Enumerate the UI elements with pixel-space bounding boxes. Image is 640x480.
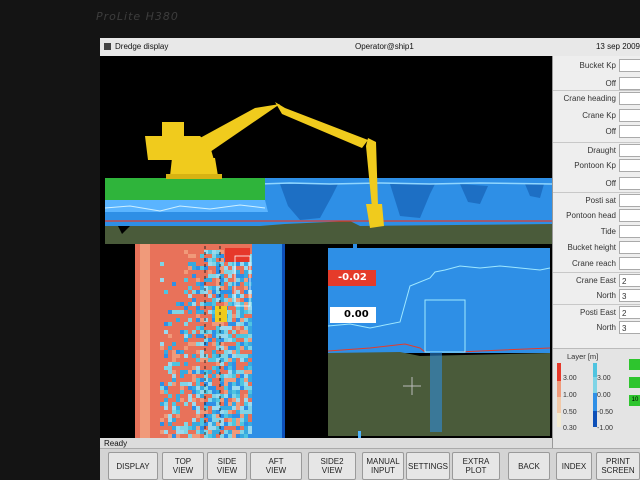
side-panel-row: Pontoon head: [553, 208, 640, 224]
side-panel-value: [619, 92, 640, 105]
side-panel-row: Off: [553, 124, 640, 140]
main-view: -0.02 0.00 Ready: [100, 56, 553, 463]
side-panel-row: Posti East 2: [553, 304, 640, 321]
indicator-2: 10: [629, 395, 640, 406]
legend-title: Layer [m]: [567, 352, 599, 361]
side-panel-label: Tide: [600, 227, 616, 236]
button-aft-view[interactable]: AFT VIEW: [250, 452, 302, 480]
side-panel-label: Posti sat: [585, 196, 616, 205]
indicator-1: [629, 377, 640, 388]
side-panel-value: 2: [619, 306, 640, 319]
water-surface-line: [259, 182, 553, 185]
dredge-position-marker: [215, 306, 227, 322]
side-panel-row: Pontoon Kp: [553, 158, 640, 174]
side-panel-label: Draught: [587, 146, 616, 155]
side-panel-value: [619, 225, 640, 238]
title-bar: Dredge display Operator@ship1 13 sep 200…: [100, 38, 640, 57]
side-panel-value: [619, 77, 640, 90]
legend-left-tick-2: 0.50: [563, 409, 577, 416]
side-view-section: [104, 102, 553, 244]
side-panel-value: 3: [619, 321, 640, 334]
side-panel-row: North 3: [553, 288, 640, 304]
app-title: Dredge display: [104, 42, 168, 51]
legend-left-tick-1: 1.00: [563, 392, 577, 399]
side-panel-label: Crane Kp: [582, 111, 616, 120]
window-title: Dredge display: [115, 42, 169, 51]
side-panel-row: North 3: [553, 320, 640, 336]
side-panel-label: North: [596, 323, 616, 332]
side-panel-value: [619, 194, 640, 207]
side-panel-row: Crane Kp: [553, 108, 640, 124]
bathy-blue-area: [252, 244, 282, 454]
side-panel-label: Crane heading: [563, 94, 616, 103]
legend-right-tick-1: 0.00: [597, 392, 611, 399]
side-panel-label: Off: [605, 127, 616, 136]
legend-right-tick-3: -1.00: [597, 425, 613, 432]
side-panel-label: Crane reach: [571, 259, 616, 268]
side-panel-value: [619, 125, 640, 138]
side-panel-value: [619, 59, 640, 72]
layer-legend: Layer [m] 3.00 1.00 0.50 0.30 3.00 0.00 …: [553, 348, 640, 464]
operator-label: Operator@ship1: [355, 42, 414, 51]
side-panel-value: [619, 241, 640, 254]
button-settings[interactable]: SETTINGS: [406, 452, 450, 480]
side-panel-value: [619, 144, 640, 157]
button-manual-input[interactable]: MANUAL INPUT: [362, 452, 404, 480]
button-index[interactable]: INDEX: [556, 452, 592, 480]
legend-left-tick-0: 3.00: [563, 375, 577, 382]
side-panel-label: Off: [605, 79, 616, 88]
status-text: Ready: [104, 439, 128, 448]
grass-bank: [105, 178, 265, 200]
dredge-visualisation: [104, 102, 553, 459]
side-panel-label: Off: [605, 179, 616, 188]
side-panel-value: [619, 209, 640, 222]
side-panel-row: Tide: [553, 224, 640, 240]
side-panel-value: [619, 159, 640, 172]
indicator-0: [629, 359, 640, 370]
side-panel-row: Bucket Kp: [553, 58, 640, 74]
side-panel-value: [619, 257, 640, 270]
side-panel-label: Bucket Kp: [579, 61, 616, 70]
top-view-section: [105, 244, 325, 459]
side-panel-row: Crane reach: [553, 256, 640, 272]
button-top-view[interactable]: TOP VIEW: [162, 452, 204, 480]
side-panel-value: 2: [619, 274, 640, 287]
side-panel-label: Pontoon Kp: [574, 161, 616, 170]
side-panel-row: Crane heading: [553, 90, 640, 107]
button-display[interactable]: DISPLAY: [108, 452, 158, 480]
side-panel-label: Crane East: [575, 276, 616, 285]
legend-left-tick-3: 0.30: [563, 425, 577, 432]
side-panel-row: Bucket height: [553, 240, 640, 256]
date-label: 13 sep 2009: [595, 42, 640, 51]
side-panel-label: North: [596, 291, 616, 300]
legend-right-tick-2: -0.50: [597, 409, 613, 416]
side-panel-label: Bucket height: [567, 243, 616, 252]
side-panel-value: [619, 109, 640, 122]
side-panel-value: [619, 177, 640, 190]
button-print-screen[interactable]: PRINT SCREEN: [596, 452, 640, 480]
monitor-brand: ProLite H380: [96, 10, 179, 23]
side-panel: Bucket Kp Off Crane heading Crane Kp Off Drau…: [552, 56, 640, 464]
button-side2-view[interactable]: SIDE2 VIEW: [308, 452, 356, 480]
button-back[interactable]: BACK: [508, 452, 550, 480]
side-panel-value: 3: [619, 289, 640, 302]
side-panel-row: Off: [553, 176, 640, 192]
side-panel-row: Crane East 2: [553, 272, 640, 289]
side-panel-row: Draught: [553, 142, 640, 159]
button-extra-plot[interactable]: EXTRA PLOT: [452, 452, 500, 480]
legend-right-tick-0: 3.00: [597, 375, 611, 382]
depth-readout-white: 0.00: [330, 307, 376, 323]
dredge-display-window: Dredge display Operator@ship1 13 sep 200…: [100, 38, 640, 480]
window-menu-icon[interactable]: [104, 43, 111, 50]
side-panel-row: Posti sat: [553, 192, 640, 209]
side-panel-label: Posti East: [579, 308, 616, 317]
depth-readout-red: -0.02: [328, 270, 376, 286]
side-panel-label: Pontoon head: [566, 211, 616, 220]
button-bar: DISPLAY TOP VIEW SIDE VIEW AFT VIEW SIDE2 VI…: [100, 448, 640, 480]
button-side-view[interactable]: SIDE VIEW: [207, 452, 247, 480]
